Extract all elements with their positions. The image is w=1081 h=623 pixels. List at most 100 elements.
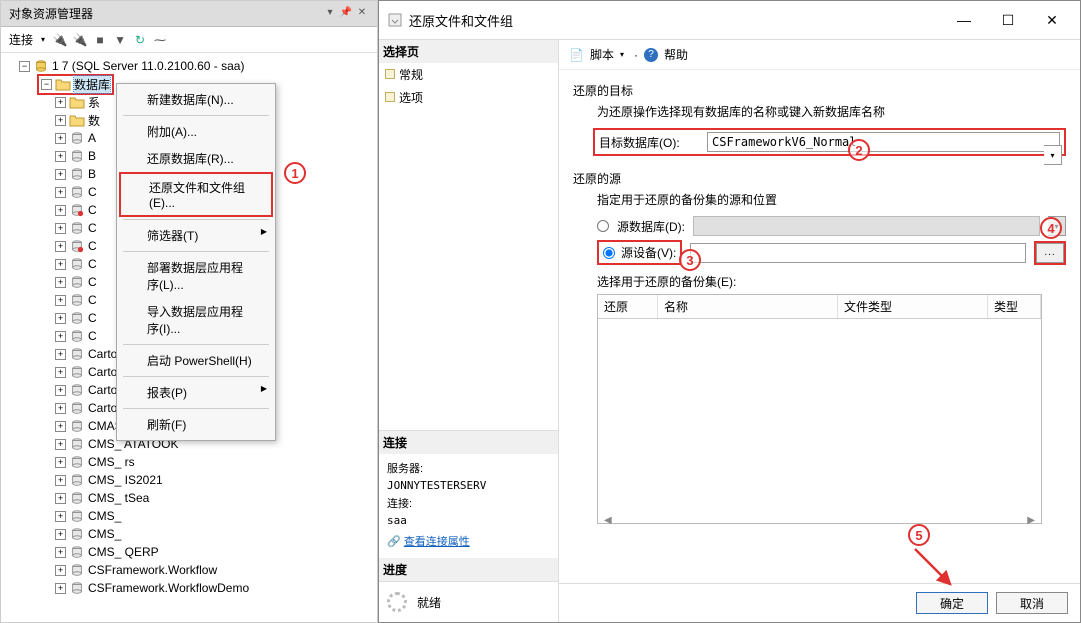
db-label: CMS_ bbox=[88, 527, 121, 541]
expand-icon[interactable] bbox=[55, 295, 66, 306]
expand-icon[interactable] bbox=[55, 457, 66, 468]
close-button[interactable]: ✕ bbox=[1032, 7, 1072, 33]
refresh-icon[interactable]: ↻ bbox=[133, 33, 147, 47]
database-icon bbox=[69, 491, 85, 505]
col-type[interactable]: 类型 bbox=[988, 295, 1041, 318]
menu-filter[interactable]: 筛选器(T) bbox=[119, 222, 273, 249]
conn-label: 连接: bbox=[387, 495, 550, 511]
tree-db-row[interactable]: CSFramework.WorkflowDemo bbox=[1, 579, 377, 597]
annotation-5: 5 bbox=[908, 524, 930, 546]
expand-icon[interactable] bbox=[55, 529, 66, 540]
progress-status: 就绪 bbox=[417, 594, 441, 611]
dropdown-icon[interactable]: ▾ bbox=[323, 7, 337, 21]
stop-icon[interactable]: ■ bbox=[93, 33, 107, 47]
expand-icon[interactable] bbox=[55, 547, 66, 558]
menu-powershell[interactable]: 启动 PowerShell(H) bbox=[119, 347, 273, 374]
expand-icon[interactable] bbox=[55, 133, 66, 144]
source-database-radio[interactable] bbox=[597, 220, 609, 232]
col-name[interactable]: 名称 bbox=[658, 295, 838, 318]
expand-icon[interactable] bbox=[55, 475, 66, 486]
expand-icon[interactable] bbox=[55, 97, 66, 108]
connect-icon[interactable]: 🔌 bbox=[53, 33, 67, 47]
expand-icon[interactable] bbox=[55, 223, 66, 234]
connection-header: 连接 bbox=[379, 431, 558, 454]
annotation-arrow bbox=[910, 544, 960, 594]
close-icon[interactable]: ✕ bbox=[355, 7, 369, 21]
db-label: CSFramework.WorkflowDemo bbox=[88, 581, 249, 595]
expand-icon[interactable] bbox=[55, 349, 66, 360]
expand-icon[interactable] bbox=[55, 583, 66, 594]
page-options[interactable]: 选项 bbox=[379, 86, 558, 109]
expand-icon[interactable] bbox=[55, 565, 66, 576]
expand-icon[interactable] bbox=[55, 421, 66, 432]
connect-dropdown[interactable]: 连接 bbox=[9, 31, 33, 48]
tree-db-row[interactable]: CMS_ tSea bbox=[1, 489, 377, 507]
expand-icon[interactable] bbox=[55, 187, 66, 198]
help-icon: ? bbox=[644, 48, 658, 62]
help-link[interactable]: 帮助 bbox=[664, 46, 688, 63]
menu-reports[interactable]: 报表(P) bbox=[119, 379, 273, 406]
tree-db-row[interactable]: CMS_ rs bbox=[1, 453, 377, 471]
expand-icon[interactable] bbox=[55, 367, 66, 378]
source-database-dropdown bbox=[693, 216, 1040, 236]
database-icon bbox=[69, 455, 85, 469]
folder-icon bbox=[69, 95, 85, 109]
expand-icon[interactable] bbox=[55, 151, 66, 162]
expand-icon[interactable] bbox=[55, 259, 66, 270]
pin-icon[interactable]: 📌 bbox=[339, 7, 353, 21]
browse-device-button[interactable]: ... bbox=[1036, 243, 1064, 263]
expand-icon[interactable] bbox=[55, 115, 66, 126]
database-icon bbox=[69, 149, 85, 163]
server-node[interactable]: 1 7 (SQL Server 11.0.2100.60 - saa) bbox=[1, 57, 377, 75]
minimize-button[interactable]: — bbox=[944, 7, 984, 33]
script-dropdown[interactable]: 脚本 bbox=[590, 46, 614, 63]
view-connection-link[interactable]: 查看连接属性 bbox=[404, 536, 470, 548]
tree-db-row[interactable]: CSFramework.Workflow bbox=[1, 561, 377, 579]
menu-attach[interactable]: 附加(A)... bbox=[119, 118, 273, 145]
backup-sets-table[interactable]: 还原 名称 文件类型 类型 ◀▶ bbox=[597, 294, 1042, 524]
expand-icon[interactable] bbox=[55, 403, 66, 414]
tree-db-row[interactable]: CMS_ bbox=[1, 507, 377, 525]
ok-button[interactable]: 确定 bbox=[916, 592, 988, 614]
expand-icon[interactable] bbox=[55, 241, 66, 252]
menu-refresh[interactable]: 刷新(F) bbox=[119, 411, 273, 438]
source-device-input[interactable] bbox=[690, 243, 1026, 263]
database-icon bbox=[69, 293, 85, 307]
menu-restore-database[interactable]: 还原数据库(R)... bbox=[119, 145, 273, 172]
expand-icon[interactable] bbox=[55, 511, 66, 522]
menu-deploy-app[interactable]: 部署数据层应用程序(L)... bbox=[119, 254, 273, 298]
expand-icon[interactable] bbox=[55, 385, 66, 396]
expand-icon[interactable] bbox=[55, 439, 66, 450]
database-icon bbox=[69, 329, 85, 343]
tree-db-row[interactable]: CMS_ IS2021 bbox=[1, 471, 377, 489]
pages-header: 选择页 bbox=[379, 40, 558, 63]
target-db-input[interactable] bbox=[707, 132, 1060, 152]
menu-restore-files[interactable]: 还原文件和文件组(E)... bbox=[119, 172, 273, 217]
expand-icon[interactable] bbox=[55, 313, 66, 324]
horizontal-scrollbar[interactable]: ◀▶ bbox=[598, 513, 1041, 528]
expand-icon[interactable] bbox=[55, 205, 66, 216]
expand-icon[interactable] bbox=[55, 331, 66, 342]
menu-import-app[interactable]: 导入数据层应用程序(I)... bbox=[119, 298, 273, 342]
menu-new-database[interactable]: 新建数据库(N)... bbox=[119, 86, 273, 113]
conn-value: saa bbox=[387, 514, 550, 527]
expand-icon[interactable] bbox=[55, 169, 66, 180]
expand-icon[interactable] bbox=[55, 277, 66, 288]
database-icon bbox=[69, 509, 85, 523]
filter-icon[interactable]: ▼ bbox=[113, 33, 127, 47]
tree-db-row[interactable]: CMS_ bbox=[1, 525, 377, 543]
source-device-radio[interactable] bbox=[603, 247, 615, 259]
activity-icon[interactable]: ⁓ bbox=[153, 33, 167, 47]
collapse-icon[interactable] bbox=[41, 79, 52, 90]
folder-icon bbox=[69, 113, 85, 127]
cancel-button[interactable]: 取消 bbox=[996, 592, 1068, 614]
page-general[interactable]: 常规 bbox=[379, 63, 558, 86]
tree-db-row[interactable]: CMS_ QERP bbox=[1, 543, 377, 561]
collapse-icon[interactable] bbox=[19, 61, 30, 72]
disconnect-icon[interactable]: 🔌 bbox=[73, 33, 87, 47]
col-filetype[interactable]: 文件类型 bbox=[838, 295, 988, 318]
maximize-button[interactable]: ☐ bbox=[988, 7, 1028, 33]
expand-icon[interactable] bbox=[55, 493, 66, 504]
col-restore[interactable]: 还原 bbox=[598, 295, 658, 318]
target-db-chevron-down-icon[interactable]: ▾ bbox=[1044, 145, 1062, 165]
